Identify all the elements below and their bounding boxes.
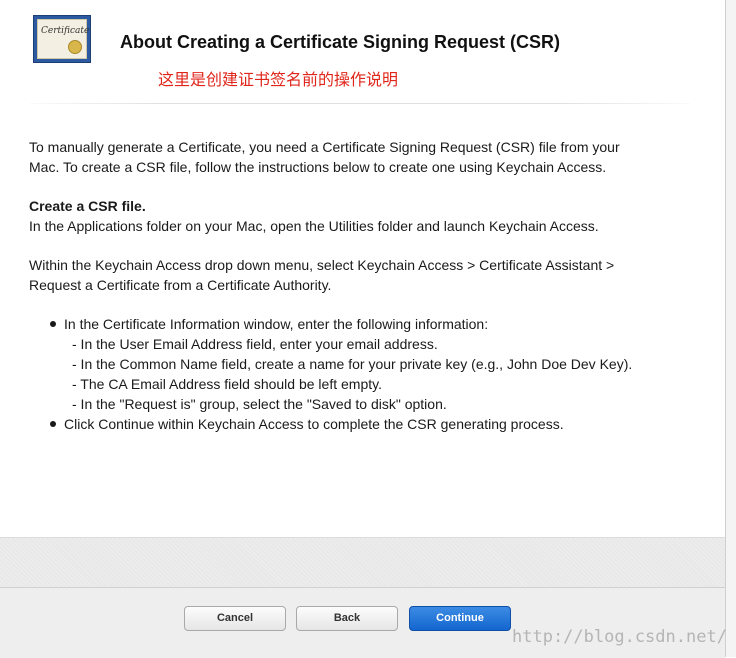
- watermark: http://blog.csdn.net/: [512, 627, 727, 647]
- list-item: In the Certificate Information window, e…: [29, 314, 699, 334]
- list-item-text: Click Continue within Keychain Access to…: [64, 416, 564, 432]
- window-edge: [726, 0, 736, 657]
- menu-instruction-line-2: Request a Certificate from a Certificate…: [29, 277, 332, 293]
- sub-list-item: - In the Common Name field, create a nam…: [72, 356, 633, 372]
- sub-list-item: - In the "Request is" group, select the …: [72, 396, 447, 412]
- section-body: In the Applications folder on your Mac, …: [29, 218, 599, 234]
- page-title: About Creating a Certificate Signing Req…: [120, 32, 561, 52]
- intro-text-line-2: Mac. To create a CSR file, follow the in…: [29, 159, 607, 175]
- sub-list-item: - The CA Email Address field should be l…: [72, 376, 382, 392]
- instructions: To manually generate a Certificate, you …: [29, 137, 699, 434]
- header: Certificate About Creating a Certificate…: [0, 0, 725, 110]
- bullet-icon: [50, 421, 56, 427]
- list-item-text: In the Certificate Information window, e…: [64, 316, 489, 332]
- certificate-paper: Certificate: [37, 19, 90, 59]
- menu-instruction-line-1: Within the Keychain Access drop down men…: [29, 257, 615, 273]
- section-heading: Create a CSR file.: [29, 198, 146, 214]
- intro-text-line-1: To manually generate a Certificate, you …: [29, 139, 620, 155]
- sub-list-item: - In the User Email Address field, enter…: [72, 336, 438, 352]
- bullet-icon: [50, 321, 56, 327]
- header-divider: [30, 103, 690, 104]
- footer-band: [0, 537, 725, 588]
- back-button[interactable]: Back: [296, 606, 398, 631]
- cancel-button[interactable]: Cancel: [184, 606, 286, 631]
- continue-button[interactable]: Continue: [409, 606, 511, 631]
- seal-icon: [68, 40, 82, 54]
- list-item: Click Continue within Keychain Access to…: [29, 414, 699, 434]
- certificate-icon: Certificate: [33, 15, 91, 63]
- assistant-window: Certificate About Creating a Certificate…: [0, 0, 726, 658]
- certificate-icon-text: Certificate: [41, 26, 90, 36]
- annotation-text: 这里是创建证书签名前的操作说明: [158, 70, 399, 89]
- instruction-list: In the Certificate Information window, e…: [29, 314, 699, 434]
